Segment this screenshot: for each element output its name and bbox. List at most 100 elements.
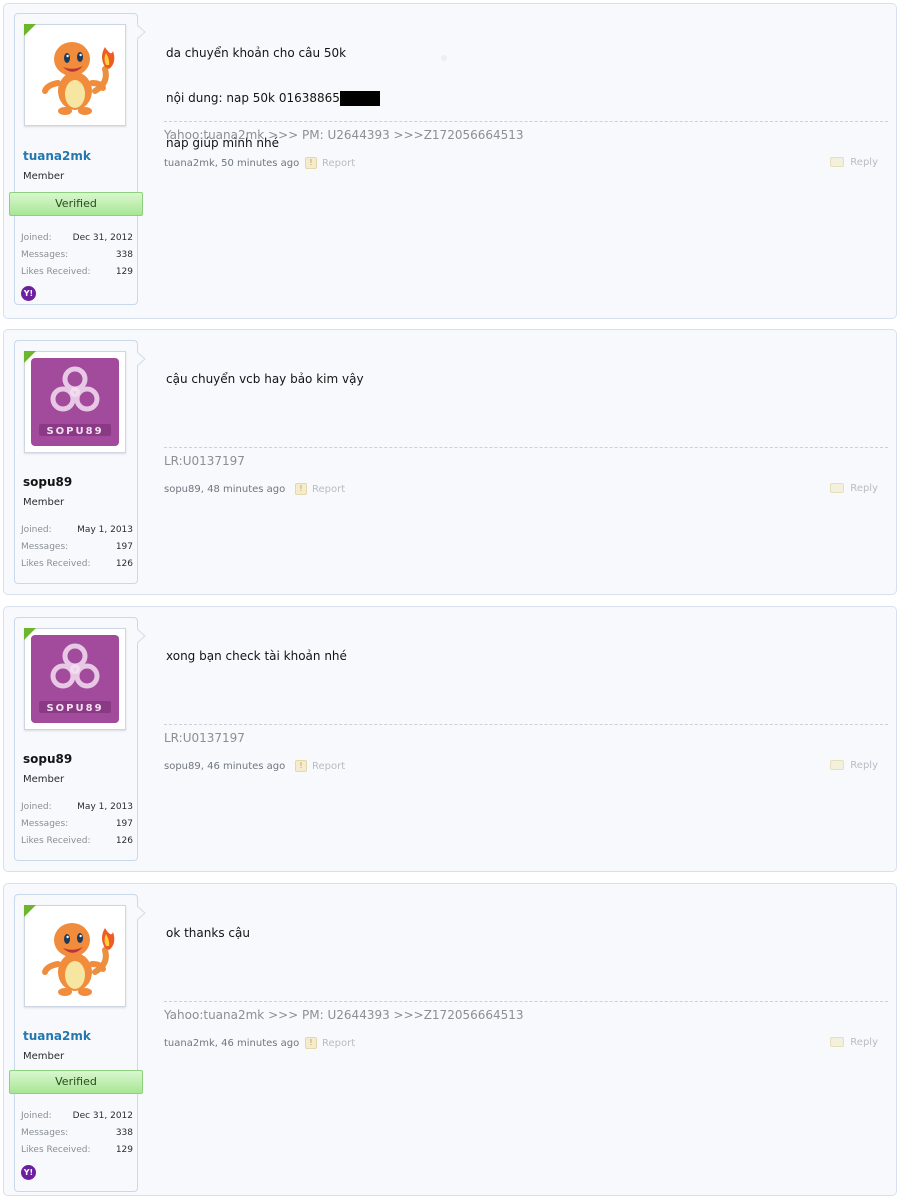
reply-link[interactable]: Reply [830, 483, 878, 494]
reply-label: Reply [850, 483, 878, 494]
reply-icon [830, 483, 845, 493]
card-pointer [136, 24, 146, 40]
username[interactable]: sopu89 [23, 752, 72, 766]
sopu89-biohazard-avatar: SOPU89 [25, 629, 125, 729]
likes-label: Likes Received: [21, 267, 91, 277]
joined-value: Dec 31, 2012 [72, 233, 133, 243]
post-meta[interactable]: tuana2mk, 50 minutes ago [164, 158, 299, 169]
card-pointer [136, 905, 146, 921]
card-pointer [136, 351, 146, 367]
user-card: SOPU89 sopu89 Member Joined: May 1, 2013 … [14, 340, 146, 584]
user-title: Member [23, 171, 65, 182]
report-label: Report [312, 761, 346, 772]
post-3: SOPU89 sopu89 Member Joined: May 1, 2013 … [3, 606, 897, 872]
messages-value[interactable]: 338 [116, 1125, 133, 1142]
report-link[interactable]: ! Report [295, 760, 345, 772]
report-label: Report [322, 158, 356, 169]
post-1: tuana2mk Member Verified Joined: Dec 31, … [3, 3, 897, 319]
user-stats: Joined: Dec 31, 2012 Messages: 338 Likes R… [21, 230, 133, 281]
report-label: Report [312, 484, 346, 495]
avatar[interactable]: SOPU89 [24, 628, 126, 730]
reply-link[interactable]: Reply [830, 1037, 878, 1048]
yahoo-icon[interactable]: Y! [21, 1165, 36, 1180]
report-link[interactable]: ! Report [295, 483, 345, 495]
messages-label: Messages: [21, 250, 69, 260]
avatar[interactable] [24, 24, 126, 126]
reply-link[interactable]: Reply [830, 157, 878, 168]
message-line: nội dung: nap 50k 01638865 [166, 91, 340, 105]
verified-badge: Verified [9, 192, 143, 216]
likes-value: 129 [115, 1145, 133, 1155]
reply-link[interactable]: Reply [830, 760, 878, 771]
decorative-dot [441, 55, 447, 61]
online-indicator [24, 905, 36, 917]
likes-value: 126 [115, 836, 133, 846]
user-card: SOPU89 sopu89 Member Joined: May 1, 2013 … [14, 617, 146, 861]
report-icon: ! [305, 1037, 317, 1049]
post-2: SOPU89 sopu89 Member Joined: May 1, 2013 … [3, 329, 897, 595]
sopu89-biohazard-avatar: SOPU89 [25, 352, 125, 452]
username[interactable]: tuana2mk [23, 1029, 91, 1043]
messages-value[interactable]: 338 [116, 247, 133, 264]
reply-label: Reply [850, 1037, 878, 1048]
likes-value: 126 [115, 559, 133, 569]
avatar[interactable] [24, 905, 126, 1007]
message-body: cậu chuyển vcb hay bảo kim vậy [166, 342, 364, 417]
signature-divider [164, 1001, 888, 1002]
report-icon: ! [305, 157, 317, 169]
username[interactable]: tuana2mk [23, 149, 91, 163]
signature-divider [164, 724, 888, 725]
user-stats: Joined: Dec 31, 2012 Messages: 338 Likes R… [21, 1108, 133, 1159]
charmander-avatar [25, 25, 125, 125]
user-card: tuana2mk Member Verified Joined: Dec 31, … [9, 894, 146, 1192]
signature: LR:U0137197 [164, 731, 245, 745]
joined-label: Joined: [21, 1111, 52, 1121]
likes-label: Likes Received: [21, 1145, 91, 1155]
joined-value: May 1, 2013 [77, 525, 133, 535]
reply-icon [830, 1037, 845, 1047]
user-title: Member [23, 1051, 65, 1062]
user-title: Member [23, 497, 65, 508]
signature: Yahoo:tuana2mk >>> PM: U2644393 >>>Z1720… [164, 128, 524, 142]
username[interactable]: sopu89 [23, 475, 72, 489]
report-icon: ! [295, 760, 307, 772]
reply-label: Reply [850, 760, 878, 771]
signature-divider [164, 447, 888, 448]
online-indicator [24, 628, 36, 640]
message-line: xong bạn check tài khoản nhé [166, 649, 347, 663]
reply-label: Reply [850, 157, 878, 168]
user-stats: Joined: May 1, 2013 Messages: 197 Likes Re… [21, 522, 133, 573]
avatar[interactable]: SOPU89 [24, 351, 126, 453]
user-stats: Joined: May 1, 2013 Messages: 197 Likes Re… [21, 799, 133, 850]
message-body: xong bạn check tài khoản nhé [166, 619, 347, 694]
verified-badge: Verified [9, 1070, 143, 1094]
reply-icon [830, 157, 845, 167]
messages-label: Messages: [21, 819, 69, 829]
messages-label: Messages: [21, 1128, 69, 1138]
message-line: da chuyển khoản cho câu 50k [166, 46, 347, 60]
message-line: ok thanks cậu [166, 926, 250, 940]
likes-label: Likes Received: [21, 559, 91, 569]
joined-label: Joined: [21, 525, 52, 535]
online-indicator [24, 24, 36, 36]
joined-label: Joined: [21, 802, 52, 812]
avatar-text: SOPU89 [46, 426, 103, 437]
message-line: cậu chuyển vcb hay bảo kim vậy [166, 372, 364, 386]
charmander-avatar [25, 906, 125, 1006]
post-meta[interactable]: tuana2mk, 46 minutes ago [164, 1038, 299, 1049]
avatar-text: SOPU89 [46, 703, 103, 714]
report-link[interactable]: ! Report [305, 1037, 355, 1049]
messages-value[interactable]: 197 [116, 539, 133, 556]
messages-value[interactable]: 197 [116, 816, 133, 833]
yahoo-icon[interactable]: Y! [21, 286, 36, 301]
report-label: Report [322, 1038, 356, 1049]
online-indicator [24, 351, 36, 363]
post-meta[interactable]: sopu89, 48 minutes ago [164, 484, 285, 495]
user-card: tuana2mk Member Verified Joined: Dec 31, … [9, 13, 146, 305]
post-meta[interactable]: sopu89, 46 minutes ago [164, 761, 285, 772]
redaction-block [339, 91, 380, 106]
signature: LR:U0137197 [164, 454, 245, 468]
report-link[interactable]: ! Report [305, 157, 355, 169]
signature: Yahoo:tuana2mk >>> PM: U2644393 >>>Z1720… [164, 1008, 524, 1022]
message-body: ok thanks cậu [166, 896, 250, 971]
